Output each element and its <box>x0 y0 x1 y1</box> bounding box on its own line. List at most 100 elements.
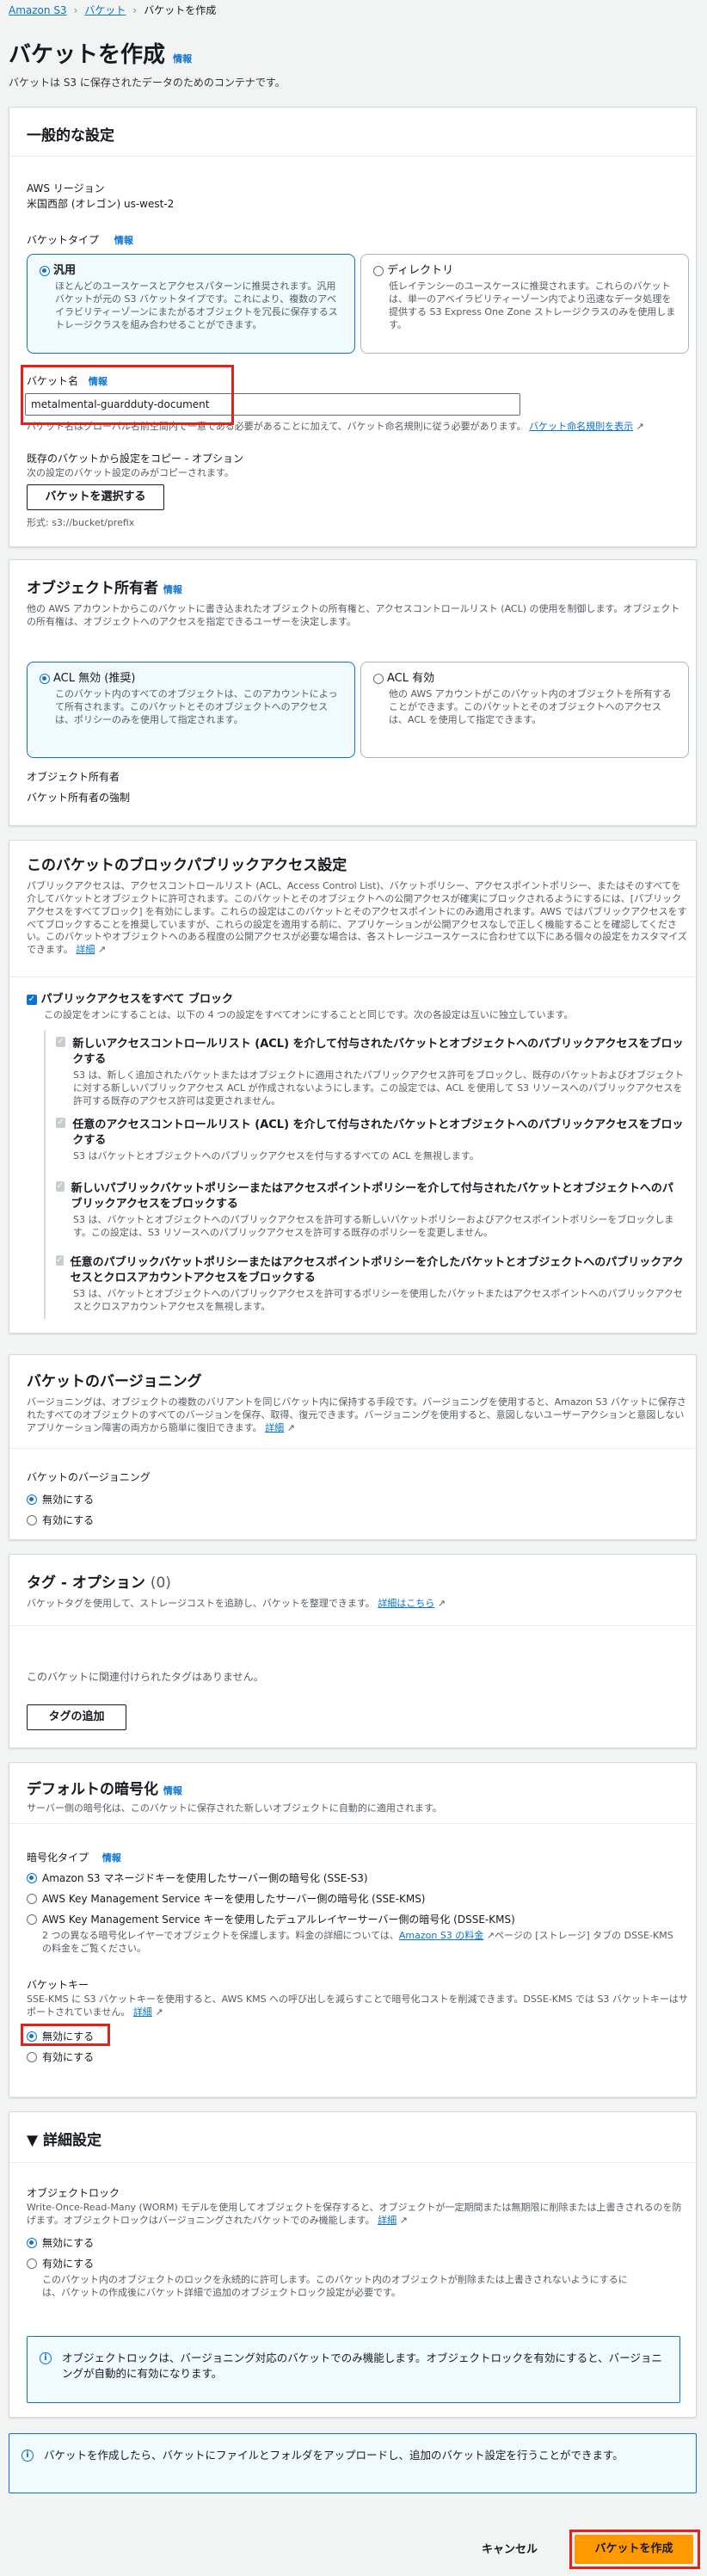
radio-icon <box>27 1914 37 1926</box>
caret-down-icon: ▼ <box>27 2132 39 2149</box>
checkbox-checked-icon: ✓ <box>56 1037 66 1047</box>
radio-icon <box>373 265 384 276</box>
radio-selected-icon <box>40 265 50 276</box>
object-owner-value: バケット所有者の強制 <box>27 792 131 804</box>
block-all-desc: この設定をオンにすることは、以下の 4 つの設定をすべてオンにすることと同じです… <box>44 1009 574 1020</box>
breadcrumb-buckets-link[interactable]: バケット <box>84 3 126 18</box>
tags-desc: バケットタグを使用して、ストレージコストを追跡し、バケットを整理できます。 詳細… <box>27 1598 446 1609</box>
bucket-name-label: バケット名 情報 <box>27 375 108 387</box>
bucket-name-hint: バケット名はグローバル名前空間内で一意である必要があることに加えて、バケット命名… <box>27 421 644 432</box>
tags-panel: タグ - オプション (0) バケットタグを使用して、ストレージコストを追跡し、… <box>9 1554 697 1748</box>
copy-settings-label: 既存のバケットから設定をコピー - オプション <box>27 453 243 465</box>
versioning-disable-radio[interactable]: 無効にする <box>27 1493 94 1507</box>
section-title: デフォルトの暗号化 情報 <box>27 1781 182 1798</box>
region-label: AWS リージョン <box>27 182 105 194</box>
detail-link[interactable]: 詳細 <box>76 944 95 955</box>
ownership-desc: 他の AWS アカウントからこのバケットに書き込まれたオブジェクトの所有権と、ア… <box>27 603 680 627</box>
block-all-checkbox[interactable]: ✓ パブリックアクセスをすべて ブロック <box>27 992 233 1008</box>
tags-empty: このバケットに関連付けられたタグはありません。 <box>27 1671 264 1683</box>
add-tag-button[interactable]: タグの追加 <box>27 1704 126 1730</box>
checkbox-checked-icon: ✓ <box>56 1255 64 1266</box>
sse-kms-radio[interactable]: AWS Key Management Service キーを使用したサーバー側の… <box>27 1892 426 1907</box>
checkbox-checked-icon: ✓ <box>56 1181 65 1192</box>
encryption-type-label: 暗号化タイプ 情報 <box>27 1852 121 1864</box>
encryption-desc: サーバー側の暗号化は、このバケットに保存された新しいオブジェクトに自動的に適用さ… <box>27 1803 442 1814</box>
s3-pricing-link[interactable]: Amazon S3 の料金 <box>399 1930 483 1941</box>
versioning-panel: バケットのバージョニング バージョニングは、オブジェクトの複数のバリアントを同じ… <box>9 1354 697 1540</box>
bucket-type-directory-tile[interactable]: ディレクトリ 低レイテンシーのユースケースに推奨されます。これらのバケットは、単… <box>360 254 689 354</box>
checkbox-checked-icon: ✓ <box>56 1118 66 1128</box>
info-icon: i <box>40 2352 52 2364</box>
section-title: タグ - オプション (0) <box>27 1575 171 1592</box>
sse-s3-radio[interactable]: Amazon S3 マネージドキーを使用したサーバー側の暗号化 (SSE-S3) <box>27 1871 368 1886</box>
detail-link[interactable]: 詳細 <box>265 1422 284 1433</box>
bucket-key-disable-radio[interactable]: 無効にする <box>27 2030 94 2044</box>
info-icon: i <box>22 2450 34 2462</box>
external-link-icon: ↗ <box>434 1598 446 1609</box>
cancel-button[interactable]: キャンセル <box>482 2542 538 2558</box>
info-link[interactable]: 情報 <box>173 53 192 65</box>
external-link-icon: ↗ <box>151 2006 163 2018</box>
info-link[interactable]: 情報 <box>114 235 133 246</box>
info-link[interactable]: 情報 <box>102 1852 121 1864</box>
detail-link[interactable]: 詳細はこちら <box>378 1598 434 1609</box>
info-link[interactable]: 情報 <box>163 584 182 595</box>
breadcrumb-current: バケットを作成 <box>144 4 217 16</box>
info-link[interactable]: 情報 <box>163 1785 182 1796</box>
bucket-name-input[interactable] <box>25 393 520 416</box>
page-description: バケットは S3 に保存されたデータのためのコンテナです。 <box>9 77 286 89</box>
object-lock-enable-desc: このバケット内のオブジェクトのロックを永続的に許可します。このバケット内のオブジ… <box>42 2274 628 2298</box>
acl-enabled-tile[interactable]: ACL 有効 他の AWS アカウントがこのバケット内のオブジェクトを所有するこ… <box>360 662 689 758</box>
block-option-2[interactable]: ✓ 任意のアクセスコントロールリスト (ACL) を介して付与されたバケットとオブ… <box>56 1118 684 1163</box>
external-link-icon: ↗ <box>483 1930 495 1941</box>
block-public-access-panel: このバケットのブロックパブリックアクセス設定 パブリックアクセスは、アクセスコン… <box>9 840 697 1334</box>
radio-selected-icon <box>27 1494 37 1506</box>
advanced-settings-panel: ▼ 詳細設定 オブジェクトロック Write-Once-Read-Many (W… <box>9 2111 697 2418</box>
chevron-right-icon: › <box>132 4 138 16</box>
versioning-label: バケットのバージョニング <box>27 1471 151 1483</box>
block-option-3[interactable]: ✓ 新しいパブリックバケットポリシーまたはアクセスポイントポリシーを介して付与され… <box>56 1181 684 1240</box>
external-link-icon: ↗ <box>284 1421 295 1433</box>
section-title: このバケットのブロックパブリックアクセス設定 <box>27 857 347 874</box>
page: Amazon S3 › バケット › バケットを作成 バケットを作成 情報 バケ… <box>0 0 707 2576</box>
radio-icon <box>27 2259 37 2270</box>
bucket-type-general-tile[interactable]: 汎用 ほとんどのユースケースとアクセスパターンに推奨されます。汎用バケットが元の… <box>27 254 355 354</box>
format-hint: 形式: s3://bucket/prefix <box>27 517 135 528</box>
create-bucket-button[interactable]: バケットを作成 <box>575 2535 693 2564</box>
detail-link[interactable]: 詳細 <box>378 2215 397 2226</box>
breadcrumb-s3-link[interactable]: Amazon S3 <box>9 3 67 18</box>
acl-disabled-tile[interactable]: ACL 無効 (推奨) このバケット内のすべてのオブジェクトは、このアカウントに… <box>27 662 355 758</box>
object-lock-disable-radio[interactable]: 無効にする <box>27 2236 94 2251</box>
copy-settings-desc: 次の設定のバケット設定のみがコピーされます。 <box>27 467 234 478</box>
external-link-icon: ↗ <box>397 2214 408 2226</box>
radio-selected-icon <box>27 1873 37 1884</box>
choose-bucket-button[interactable]: バケットを選択する <box>27 484 164 510</box>
region-value: 米国西部 (オレゴン) us-west-2 <box>27 198 175 210</box>
external-link-icon: ↗ <box>95 944 107 956</box>
dsse-kms-radio[interactable]: AWS Key Management Service キーを使用したデュアルレイ… <box>27 1913 515 1927</box>
section-title: 一般的な設定 <box>27 127 114 145</box>
block-option-1[interactable]: ✓ 新しいアクセスコントロールリスト (ACL) を介して付与されたバケットとオブ… <box>56 1037 684 1108</box>
chevron-right-icon: › <box>73 4 78 16</box>
footer-info-alert: i バケットを作成したら、バケットにファイルとフォルダをアップロードし、追加のバ… <box>9 2433 697 2493</box>
section-title: バケットのバージョニング <box>27 1373 202 1390</box>
checkbox-checked-icon: ✓ <box>27 994 37 1005</box>
bucket-key-desc: SSE-KMS に S3 バケットキーを使用すると、AWS KMS への呼び出し… <box>27 1994 688 2018</box>
dsse-kms-desc: 2 つの異なる暗号化レイヤーでオブジェクトを保護します。料金の詳細については、A… <box>42 1930 673 1954</box>
naming-rules-link[interactable]: バケット命名規則を表示 <box>529 421 633 432</box>
radio-icon <box>27 1515 37 1526</box>
section-title: オブジェクト所有者 情報 <box>27 580 182 597</box>
bucket-key-label: バケットキー <box>27 1979 89 1991</box>
object-lock-label: オブジェクトロック <box>27 2187 120 2199</box>
versioning-enable-radio[interactable]: 有効にする <box>27 1513 94 1528</box>
radio-selected-icon <box>40 673 50 684</box>
advanced-settings-toggle[interactable]: ▼ 詳細設定 <box>27 2131 101 2152</box>
bucket-type-label: バケットタイプ 情報 <box>27 234 133 246</box>
block-option-4[interactable]: ✓ 任意のパブリックバケットポリシーまたはアクセスポイントポリシーを介したバケット… <box>56 1255 684 1314</box>
info-link[interactable]: 情報 <box>89 376 108 387</box>
radio-icon <box>27 1894 37 1905</box>
bucket-key-enable-radio[interactable]: 有効にする <box>27 2050 94 2065</box>
page-title: バケットを作成 情報 <box>9 42 193 68</box>
detail-link[interactable]: 詳細 <box>133 2006 152 2018</box>
object-lock-enable-radio[interactable]: 有効にする <box>27 2257 94 2271</box>
